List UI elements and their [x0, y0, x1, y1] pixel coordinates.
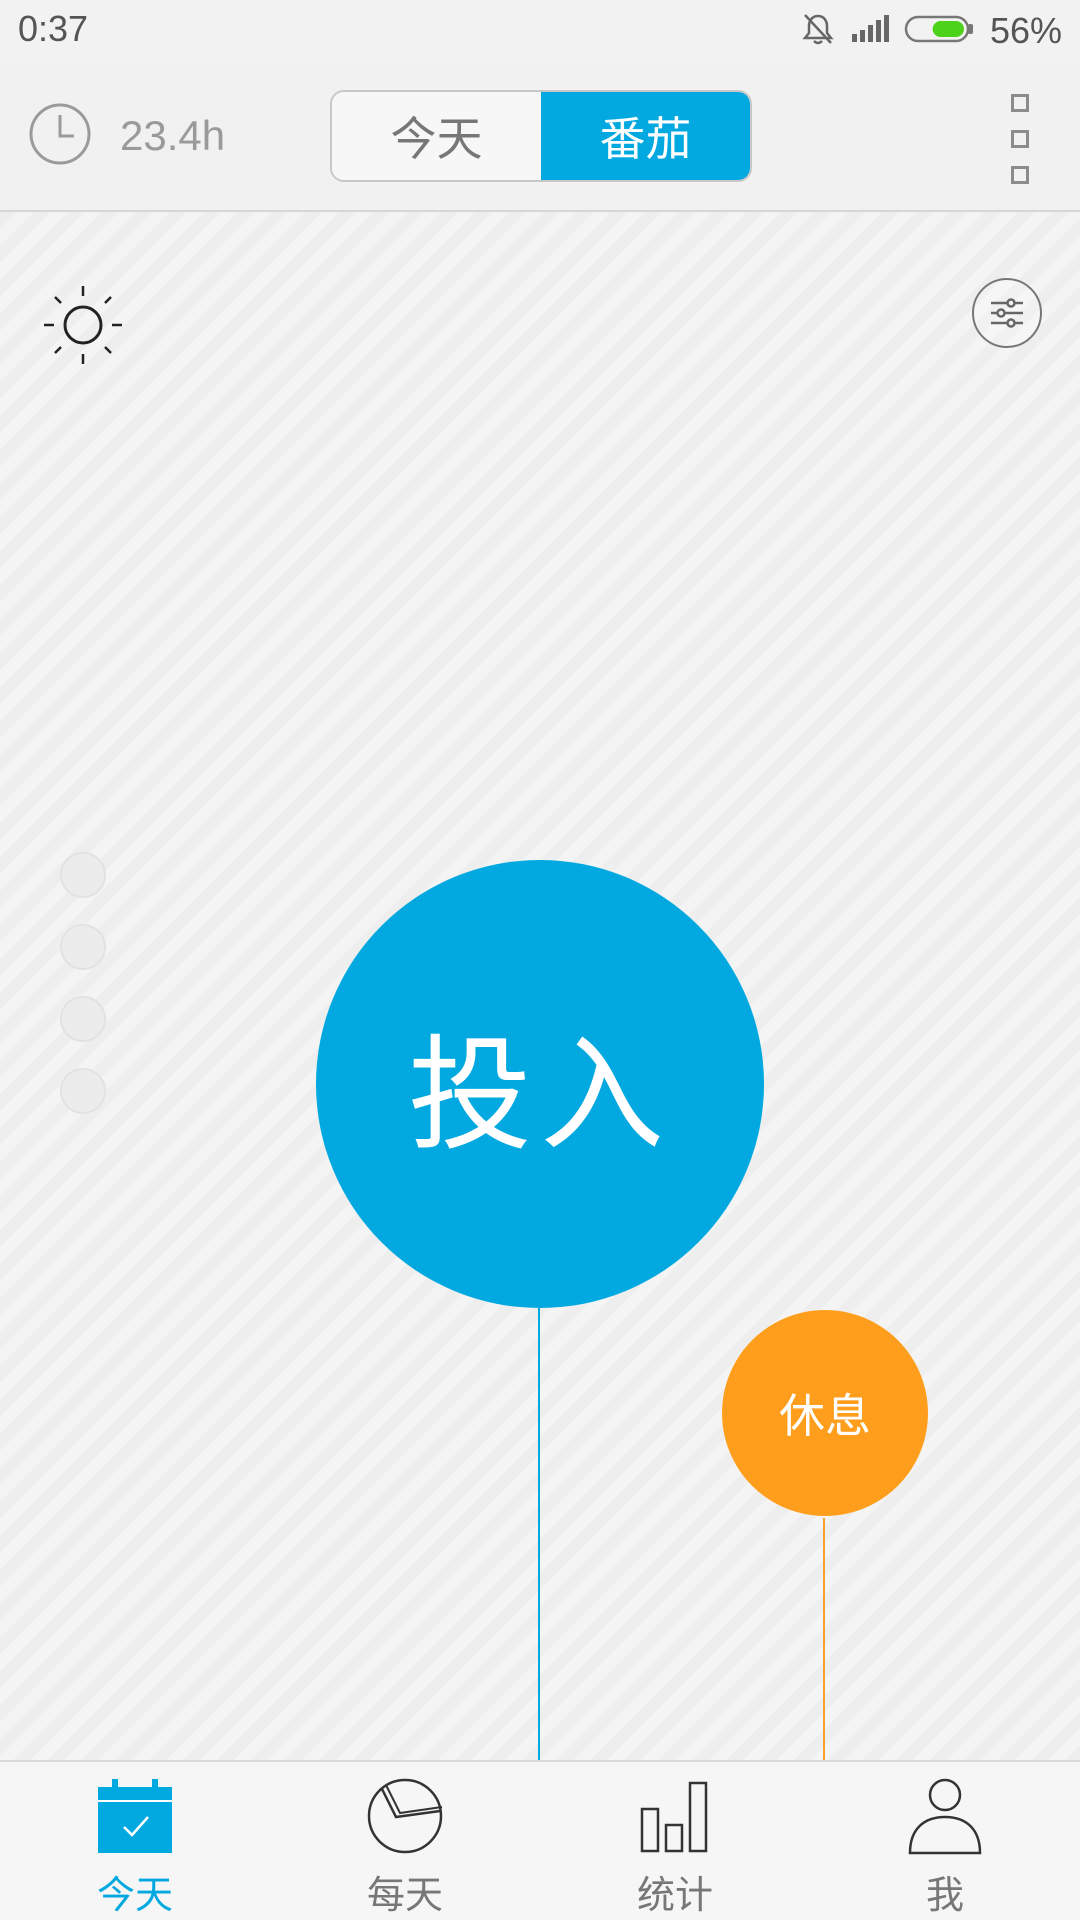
tab-stats-label: 统计	[636, 1873, 713, 1917]
progress-dots	[60, 852, 106, 1140]
battery-icon	[904, 13, 976, 49]
tab-me[interactable]: 我	[810, 1762, 1080, 1920]
total-hours-value: 23.4h	[120, 112, 226, 159]
grid-menu-icon[interactable]	[1000, 94, 1040, 184]
tab-today-mode[interactable]: 今天	[332, 92, 541, 180]
status-icons: 56%	[800, 10, 1062, 52]
sun-icon[interactable]	[40, 282, 126, 368]
tab-me-label: 我	[925, 1873, 964, 1917]
sliders-icon[interactable]	[972, 278, 1042, 348]
total-hours: 23.4h	[28, 102, 225, 170]
user-icon	[905, 1776, 985, 1856]
tab-today[interactable]: 今天	[0, 1762, 270, 1920]
progress-dot	[60, 1068, 106, 1114]
progress-dot	[60, 924, 106, 970]
tab-today-label: 今天	[96, 1873, 173, 1917]
main-area: 投入 休息	[0, 212, 1080, 1760]
clock-icon	[28, 102, 92, 170]
tab-stats[interactable]: 统计	[540, 1762, 810, 1920]
tab-tomato-mode[interactable]: 番茄	[541, 92, 750, 180]
focus-start-button[interactable]: 投入	[316, 860, 764, 1308]
progress-dot	[60, 996, 106, 1042]
status-bar: 0:37 56%	[0, 0, 1080, 62]
tab-daily-label: 每天	[366, 1873, 443, 1917]
rest-start-button[interactable]: 休息	[722, 1310, 928, 1516]
top-header: 23.4h 今天 番茄	[0, 62, 1080, 212]
pie-chart-icon	[365, 1776, 445, 1856]
bar-chart-icon	[635, 1776, 715, 1856]
calendar-check-icon	[95, 1776, 175, 1856]
signal-icon	[850, 14, 890, 48]
focus-balloon-string	[538, 1308, 540, 1760]
mode-switch: 今天 番茄	[330, 90, 752, 182]
tab-daily[interactable]: 每天	[270, 1762, 540, 1920]
rest-balloon-string	[823, 1518, 825, 1760]
status-time: 0:37	[18, 8, 89, 49]
progress-dot	[60, 852, 106, 898]
bottom-tab-bar: 今天 每天 统计 我	[0, 1760, 1080, 1920]
battery-percent: 56%	[989, 10, 1062, 51]
mute-icon	[800, 11, 836, 51]
